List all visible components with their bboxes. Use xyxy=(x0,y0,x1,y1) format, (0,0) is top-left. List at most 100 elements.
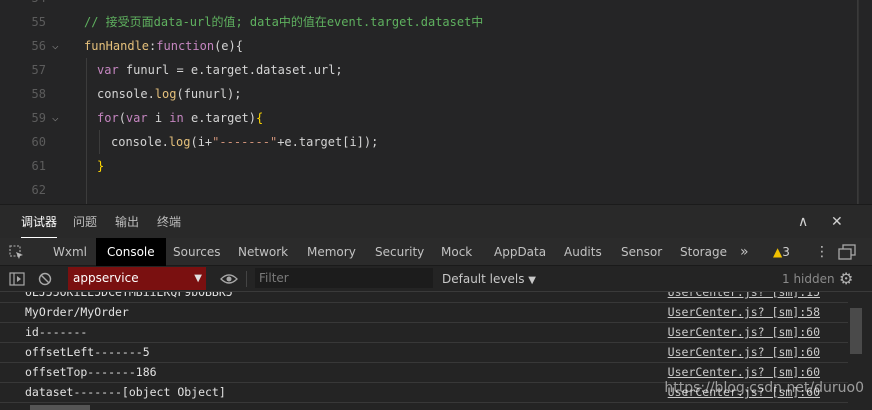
function-name: log xyxy=(168,135,191,149)
devtools-tab-bar: Wxml Console Sources Network Memory Secu… xyxy=(0,238,872,266)
code-line: 56 ⌵ funHandle:function(e){ xyxy=(0,34,872,58)
code-line: 62 xyxy=(0,178,872,202)
tab-terminal[interactable]: 终端 xyxy=(157,205,181,239)
tab-network[interactable]: Network xyxy=(238,238,288,266)
log-message: id------- xyxy=(25,325,88,339)
code-token: +e.target[i]); xyxy=(277,135,379,149)
code-line: 60 console.log(i+"-------"+e.target[i]); xyxy=(0,130,872,154)
eye-icon[interactable] xyxy=(220,266,238,292)
line-number: 58 xyxy=(31,87,46,101)
tab-memory[interactable]: Memory xyxy=(307,238,356,266)
sidebar-toggle-icon[interactable] xyxy=(9,266,25,292)
function-name: funHandle xyxy=(84,39,150,53)
console-scrollbar-thumb[interactable] xyxy=(850,308,862,354)
code-text: for(var i in e.target){ xyxy=(97,106,263,130)
tab-sources[interactable]: Sources xyxy=(173,238,220,266)
chevron-down-icon: ▼ xyxy=(194,273,202,284)
line-number: 59 xyxy=(31,111,46,125)
warning-count: 3 xyxy=(782,245,790,259)
code-token: console. xyxy=(97,87,155,101)
keyword: for xyxy=(97,111,119,125)
collapse-panel-icon[interactable]: ∧ xyxy=(798,205,808,239)
code-token: ( xyxy=(118,111,126,125)
inspect-element-icon[interactable] xyxy=(8,238,30,266)
log-row: offsetLeft-------5 UserCenter.js? [sm]:6… xyxy=(0,343,848,363)
tab-wxml[interactable]: Wxml xyxy=(53,238,87,266)
code-editor[interactable]: 54 55 // 接受页面data-url的值; data中的值在event.t… xyxy=(0,0,872,204)
function-name: log xyxy=(154,87,177,101)
log-row: oLJ55OKiEE5DCeTMBiiEKQF9bOBBK5 UserCente… xyxy=(0,292,848,303)
code-line: 61 } xyxy=(0,154,872,178)
log-row: MyOrder/MyOrder UserCenter.js? [sm]:58 xyxy=(0,303,848,323)
line-number: 54 xyxy=(0,0,46,10)
brace: { xyxy=(256,111,264,125)
hidden-count: 1 hidden xyxy=(782,272,835,286)
brace: } xyxy=(97,159,105,173)
tab-problems[interactable]: 问题 xyxy=(73,205,97,239)
dock-icon[interactable] xyxy=(838,238,856,266)
warning-icon: ▲ xyxy=(773,245,783,259)
tab-sensor[interactable]: Sensor xyxy=(621,238,662,266)
keyword: var xyxy=(97,63,119,77)
editor-scrollbar[interactable] xyxy=(858,0,872,204)
tab-output[interactable]: 输出 xyxy=(115,205,139,239)
context-select-value: appservice xyxy=(73,271,139,285)
log-source-link[interactable]: UserCenter.js? [sm]:60 xyxy=(668,343,820,362)
horizontal-scrollbar-thumb[interactable] xyxy=(30,405,90,410)
code-token: funurl = e.target.dataset.url; xyxy=(118,63,343,77)
code-comment: // 接受页面data-url的值; data中的值在event.target.… xyxy=(84,15,484,29)
panel-tab-bar: 调试器 问题 输出 终端 ∧ ✕ xyxy=(0,204,872,239)
log-levels-label: Default levels xyxy=(442,272,525,286)
warnings-badge[interactable]: ▲3 xyxy=(773,238,790,266)
tab-console[interactable]: Console xyxy=(96,238,166,266)
keyword: function xyxy=(156,39,215,53)
line-number: 61 xyxy=(31,159,46,173)
code-token: e.target) xyxy=(183,111,256,125)
more-tabs-icon[interactable]: » xyxy=(740,238,749,266)
fold-chevron-down-icon[interactable]: ⌵ xyxy=(52,34,59,58)
tab-security[interactable]: Security xyxy=(375,238,424,266)
gear-icon[interactable]: ⚙ xyxy=(839,266,853,292)
kebab-menu-icon[interactable]: ⋮ xyxy=(815,238,829,266)
code-token: (funurl); xyxy=(176,87,242,101)
line-number: 56 xyxy=(31,39,46,53)
string-literal: "-------" xyxy=(212,135,278,149)
line-number: 55 xyxy=(31,15,46,29)
tab-appdata[interactable]: AppData xyxy=(494,238,546,266)
keyword: var xyxy=(125,111,148,125)
console-toolbar: appservice ▼ Default levels ▼ 1 hidden ⚙ xyxy=(0,266,872,292)
code-line: 57 var funurl = e.target.dataset.url; xyxy=(0,58,872,82)
log-levels-dropdown[interactable]: Default levels ▼ xyxy=(442,266,536,292)
code-line: 59 ⌵ for(var i in e.target){ xyxy=(0,106,872,130)
tab-mock[interactable]: Mock xyxy=(441,238,472,266)
tab-audits[interactable]: Audits xyxy=(564,238,602,266)
filter-input[interactable] xyxy=(255,268,433,288)
tab-storage[interactable]: Storage xyxy=(680,238,727,266)
log-message: oLJ55OKiEE5DCeTMBiiEKQF9bOBBK5 xyxy=(25,292,233,299)
log-source-link[interactable]: UserCenter.js? [sm]:60 xyxy=(668,323,820,342)
code-line: 58 console.log(funurl); xyxy=(0,82,872,106)
fold-chevron-down-icon[interactable]: ⌵ xyxy=(52,106,59,130)
line-number: 57 xyxy=(31,63,46,77)
log-source-link[interactable]: UserCenter.js? [sm]:58 xyxy=(668,303,820,322)
line-number: 60 xyxy=(31,135,46,149)
log-message: dataset-------[object Object] xyxy=(25,385,226,399)
code-text: var funurl = e.target.dataset.url; xyxy=(97,58,343,82)
code-token: console. xyxy=(111,135,169,149)
code-line: 55 // 接受页面data-url的值; data中的值在event.targ… xyxy=(0,10,872,34)
toolbar-divider xyxy=(246,271,247,287)
log-row: id------- UserCenter.js? [sm]:60 xyxy=(0,323,848,343)
log-source-link[interactable]: UserCenter.js? [sm]:15 xyxy=(668,292,820,302)
code-text: console.log(funurl); xyxy=(97,82,242,106)
code-text: console.log(i+"-------"+e.target[i]); xyxy=(111,130,378,154)
close-icon[interactable]: ✕ xyxy=(831,205,843,239)
line-number: 62 xyxy=(31,183,46,197)
log-message: offsetLeft-------5 xyxy=(25,345,150,359)
keyword: in xyxy=(169,111,184,125)
code-token: i xyxy=(147,111,170,125)
chevron-down-icon: ▼ xyxy=(528,275,536,286)
code-line: 54 xyxy=(0,0,872,10)
clear-console-icon[interactable] xyxy=(38,266,52,292)
context-select[interactable]: appservice ▼ xyxy=(68,267,206,290)
tab-debugger[interactable]: 调试器 xyxy=(21,205,58,239)
